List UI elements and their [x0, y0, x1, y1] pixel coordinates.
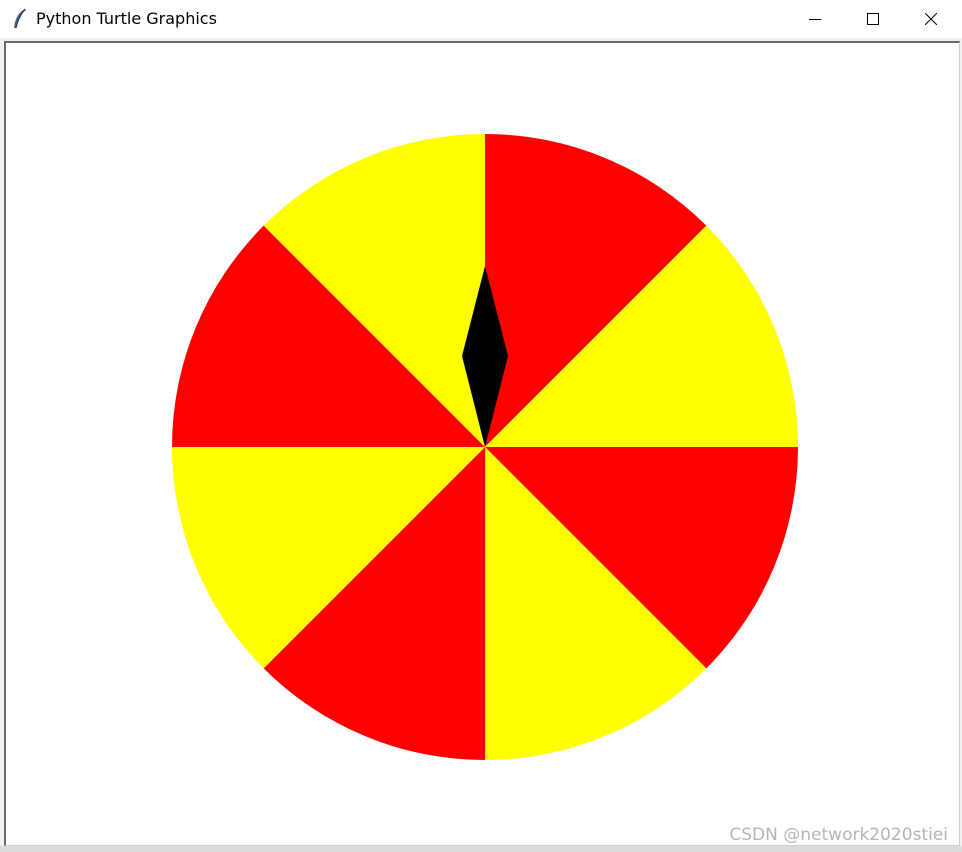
bottom-edge: [0, 846, 962, 852]
watermark-text: CSDN @network2020stiei: [729, 825, 948, 845]
spinning-wheel: [172, 134, 798, 760]
app-window: Python Turtle Graphics CSDN @network2020…: [0, 0, 962, 852]
